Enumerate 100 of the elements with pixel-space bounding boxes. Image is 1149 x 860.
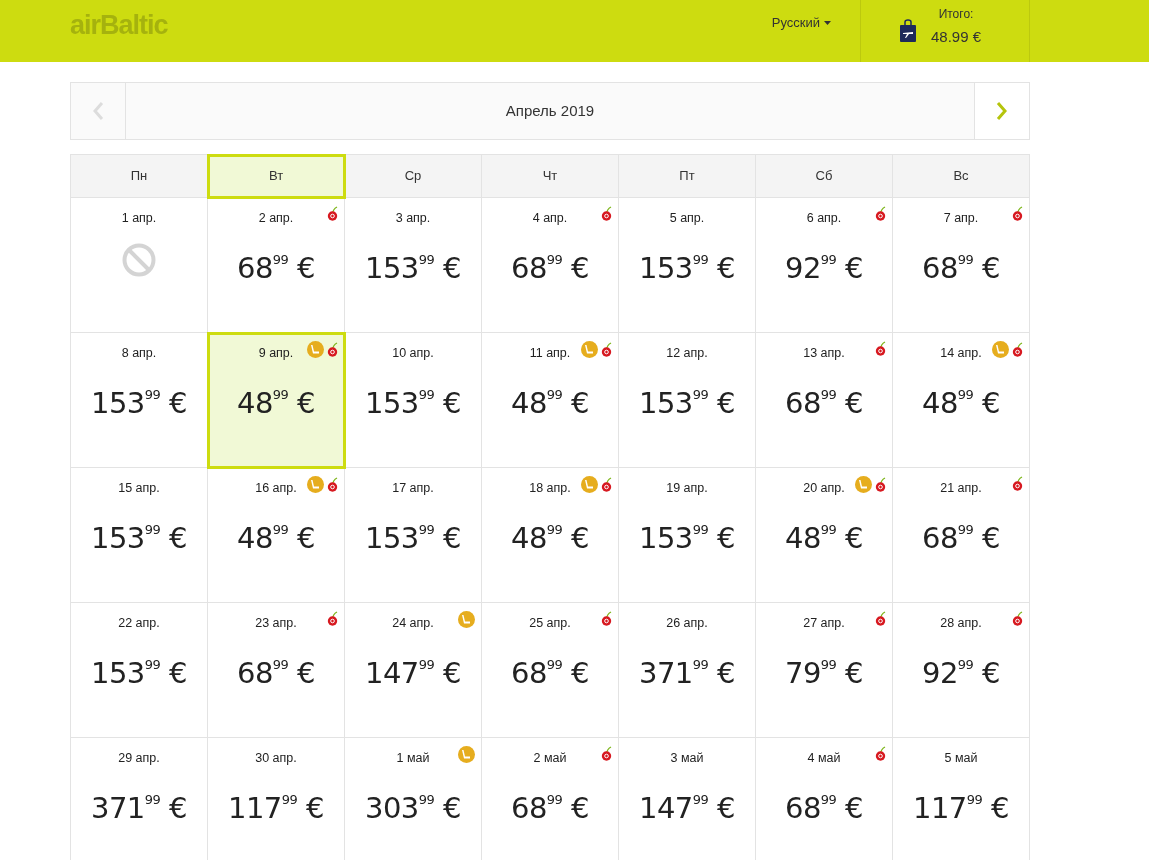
month-title: Апрель 2019 — [505, 100, 595, 121]
next-month-button[interactable] — [974, 83, 1029, 139]
day-date: 18 апр. — [529, 480, 571, 498]
day-date: 11 апр. — [529, 345, 571, 363]
day-cell[interactable]: 14 апр. 48$^{99}$ € — [893, 333, 1030, 468]
day-cell[interactable]: 21 апр. 68$^{99}$ € — [893, 468, 1030, 603]
day-date: 5 май — [944, 750, 978, 768]
day-cell[interactable]: 18 апр. 48$^{99}$ € — [482, 468, 619, 603]
day-cell[interactable]: 27 апр. 79$^{99}$ € — [756, 603, 893, 738]
fare-price: 153$^{99}$ € — [638, 520, 736, 557]
day-cell[interactable]: 4 апр. 68$^{99}$ € — [482, 198, 619, 333]
day-date: 29 апр. — [118, 750, 160, 768]
day-cell[interactable]: 28 апр. 92$^{99}$ € — [893, 603, 1030, 738]
fare-price: 153$^{99}$ € — [364, 250, 462, 287]
day-cell[interactable]: 23 апр. 68$^{99}$ € — [208, 603, 345, 738]
day-cell[interactable]: 5 апр. 153$^{99}$ € — [619, 198, 756, 333]
fare-price: 153$^{99}$ € — [638, 385, 736, 422]
fare-price: 68$^{99}$ € — [510, 790, 590, 827]
fare-price: 48$^{99}$ € — [236, 385, 316, 422]
day-date: 12 апр. — [666, 345, 708, 363]
fare-price: 68$^{99}$ € — [510, 655, 590, 692]
fare-price: 303$^{99}$ € — [364, 790, 462, 827]
day-date: 2 апр. — [258, 210, 294, 228]
day-date: 1 май — [396, 750, 430, 768]
day-cell[interactable]: 26 апр. 371$^{99}$ € — [619, 603, 756, 738]
day-cell[interactable]: 16 апр. 48$^{99}$ € — [208, 468, 345, 603]
day-date: 6 апр. — [806, 210, 842, 228]
chevron-right-icon — [996, 101, 1008, 121]
day-date: 30 апр. — [255, 750, 297, 768]
day-date: 16 апр. — [255, 480, 297, 498]
day-date: 9 апр. — [258, 345, 294, 363]
day-date: 3 май — [670, 750, 704, 768]
fare-price: 79$^{99}$ € — [784, 655, 864, 692]
day-cell[interactable]: 8 апр. 153$^{99}$ € — [71, 333, 208, 468]
day-cell[interactable]: 9 апр. 48$^{99}$ € — [208, 333, 345, 468]
weekday-header: Ср — [345, 155, 482, 198]
weekday-header: Вс — [893, 155, 1030, 198]
basket-panel[interactable]: Итого: 48.99 € — [860, 0, 1030, 62]
fare-price: 153$^{99}$ € — [638, 250, 736, 287]
day-date: 4 май — [807, 750, 841, 768]
day-cell[interactable]: 17 апр. 153$^{99}$ € — [345, 468, 482, 603]
day-date: 21 апр. — [940, 480, 982, 498]
day-date: 27 апр. — [803, 615, 845, 633]
total-value: 48.99 € — [931, 27, 982, 48]
day-cell[interactable]: 15 апр. 153$^{99}$ € — [71, 468, 208, 603]
day-date: 22 апр. — [118, 615, 160, 633]
day-cell[interactable]: 10 апр. 153$^{99}$ € — [345, 333, 482, 468]
day-cell[interactable]: 19 апр. 153$^{99}$ € — [619, 468, 756, 603]
fare-price: 153$^{99}$ € — [90, 655, 188, 692]
day-cell[interactable]: 20 апр. 48$^{99}$ € — [756, 468, 893, 603]
day-cell[interactable]: 3 апр. 153$^{99}$ € — [345, 198, 482, 333]
fare-price: 153$^{99}$ € — [364, 520, 462, 557]
fare-price: 117$^{99}$ € — [227, 790, 325, 827]
day-date: 2 май — [533, 750, 567, 768]
fare-price: 48$^{99}$ € — [921, 385, 1001, 422]
day-cell[interactable]: 6 апр. 92$^{99}$ € — [756, 198, 893, 333]
fare-price: 153$^{99}$ € — [90, 385, 188, 422]
fare-price: 68$^{99}$ € — [236, 250, 316, 287]
day-date: 26 апр. — [666, 615, 708, 633]
day-cell[interactable]: 25 апр. 68$^{99}$ € — [482, 603, 619, 738]
day-date: 17 апр. — [392, 480, 434, 498]
day-cell[interactable]: 1 апр. — [71, 198, 208, 333]
fare-price: 117$^{99}$ € — [912, 790, 1010, 827]
fare-price: 92$^{99}$ € — [921, 655, 1001, 692]
unavailable-icon — [122, 243, 156, 277]
day-cell[interactable]: 13 апр. 68$^{99}$ € — [756, 333, 893, 468]
day-date: 15 апр. — [118, 480, 160, 498]
fare-price: 68$^{99}$ € — [784, 385, 864, 422]
day-cell[interactable]: 24 апр. 147$^{99}$ € — [345, 603, 482, 738]
language-menu[interactable]: Русский — [771, 0, 831, 46]
fare-price: 48$^{99}$ € — [510, 385, 590, 422]
weekday-header: Сб — [756, 155, 893, 198]
fare-price: 153$^{99}$ € — [90, 520, 188, 557]
day-date: 19 апр. — [666, 480, 708, 498]
day-date: 10 апр. — [392, 345, 434, 363]
fare-price: 68$^{99}$ € — [510, 250, 590, 287]
day-cell[interactable]: 7 апр. 68$^{99}$ € — [893, 198, 1030, 333]
total-label: Итого: — [938, 6, 974, 24]
fare-price: 92$^{99}$ € — [784, 250, 864, 287]
weekday-header: Пн — [71, 155, 208, 198]
day-cell[interactable]: 12 апр. 153$^{99}$ € — [619, 333, 756, 468]
day-date: 4 апр. — [532, 210, 568, 228]
day-date: 23 апр. — [255, 615, 297, 633]
day-date: 13 апр. — [803, 345, 845, 363]
fare-price: 68$^{99}$ € — [236, 655, 316, 692]
day-date: 14 апр. — [940, 345, 982, 363]
fare-price: 68$^{99}$ € — [921, 520, 1001, 557]
day-cell[interactable]: 22 апр. 153$^{99}$ € — [71, 603, 208, 738]
day-date: 1 апр. — [121, 210, 157, 228]
weekday-header: Чт — [482, 155, 619, 198]
fare-price: 48$^{99}$ € — [510, 520, 590, 557]
day-cell[interactable]: 2 апр. 68$^{99}$ € — [208, 198, 345, 333]
day-cell[interactable]: 11 апр. 48$^{99}$ € — [482, 333, 619, 468]
day-date: 8 апр. — [121, 345, 157, 363]
day-date: 24 апр. — [392, 615, 434, 633]
chevron-left-icon — [92, 101, 104, 121]
fare-price: 48$^{99}$ € — [784, 520, 864, 557]
bag-icon — [899, 19, 917, 43]
fare-price: 147$^{99}$ € — [364, 655, 462, 692]
fare-price: 147$^{99}$ € — [638, 790, 736, 827]
